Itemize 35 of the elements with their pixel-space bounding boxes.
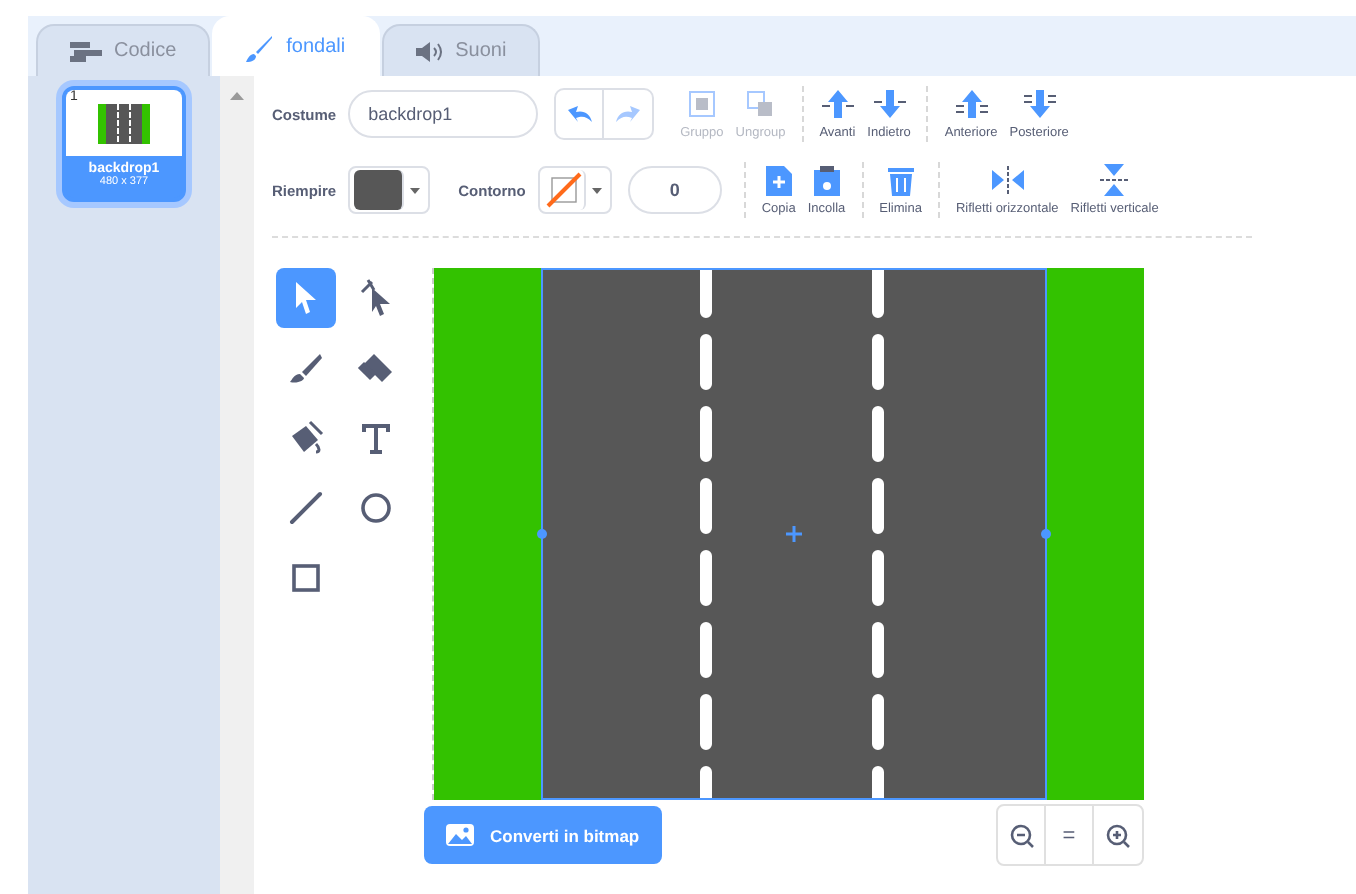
brush-icon [246, 33, 275, 61]
zoom-in-icon [1106, 823, 1130, 847]
line-tool-icon [286, 488, 326, 528]
road-thumbnail-icon [98, 103, 150, 143]
rectangle-tool-icon [286, 558, 326, 598]
flip-vertical-icon [1100, 164, 1129, 196]
paste-icon [813, 165, 840, 195]
outline-width-field[interactable]: 0 [627, 166, 722, 214]
image-icon [446, 824, 474, 846]
zoom-out-icon [1009, 823, 1033, 847]
undo-icon [567, 106, 592, 122]
dropdown-icon [591, 187, 602, 193]
no-color-icon [543, 170, 586, 210]
arrow-up-icon [955, 90, 988, 118]
costume-name-field[interactable]: backdrop1 [348, 90, 539, 138]
arrow-down-icon [873, 90, 906, 118]
arrow-up-icon [821, 90, 854, 118]
ungroup-icon [744, 88, 777, 120]
speaker-icon [415, 41, 444, 61]
redo-icon [616, 106, 641, 122]
blocks-icon [70, 41, 102, 61]
circle-tool-icon [356, 488, 396, 528]
group-icon [685, 88, 718, 120]
dropdown-icon [410, 187, 421, 193]
flip-horizontal-icon [991, 166, 1024, 194]
copy-icon [765, 165, 792, 195]
trash-icon [887, 165, 914, 195]
fill-color-picker[interactable] [348, 166, 431, 214]
outline-color-picker[interactable] [537, 166, 612, 214]
text-tool-icon [356, 418, 396, 458]
tool-button[interactable] [276, 268, 336, 328]
eraser-tool-icon [356, 348, 396, 388]
scroll-up-icon [230, 92, 244, 100]
paint-bucket-tool-icon [286, 418, 326, 458]
arrow-down-icon [1023, 90, 1056, 118]
